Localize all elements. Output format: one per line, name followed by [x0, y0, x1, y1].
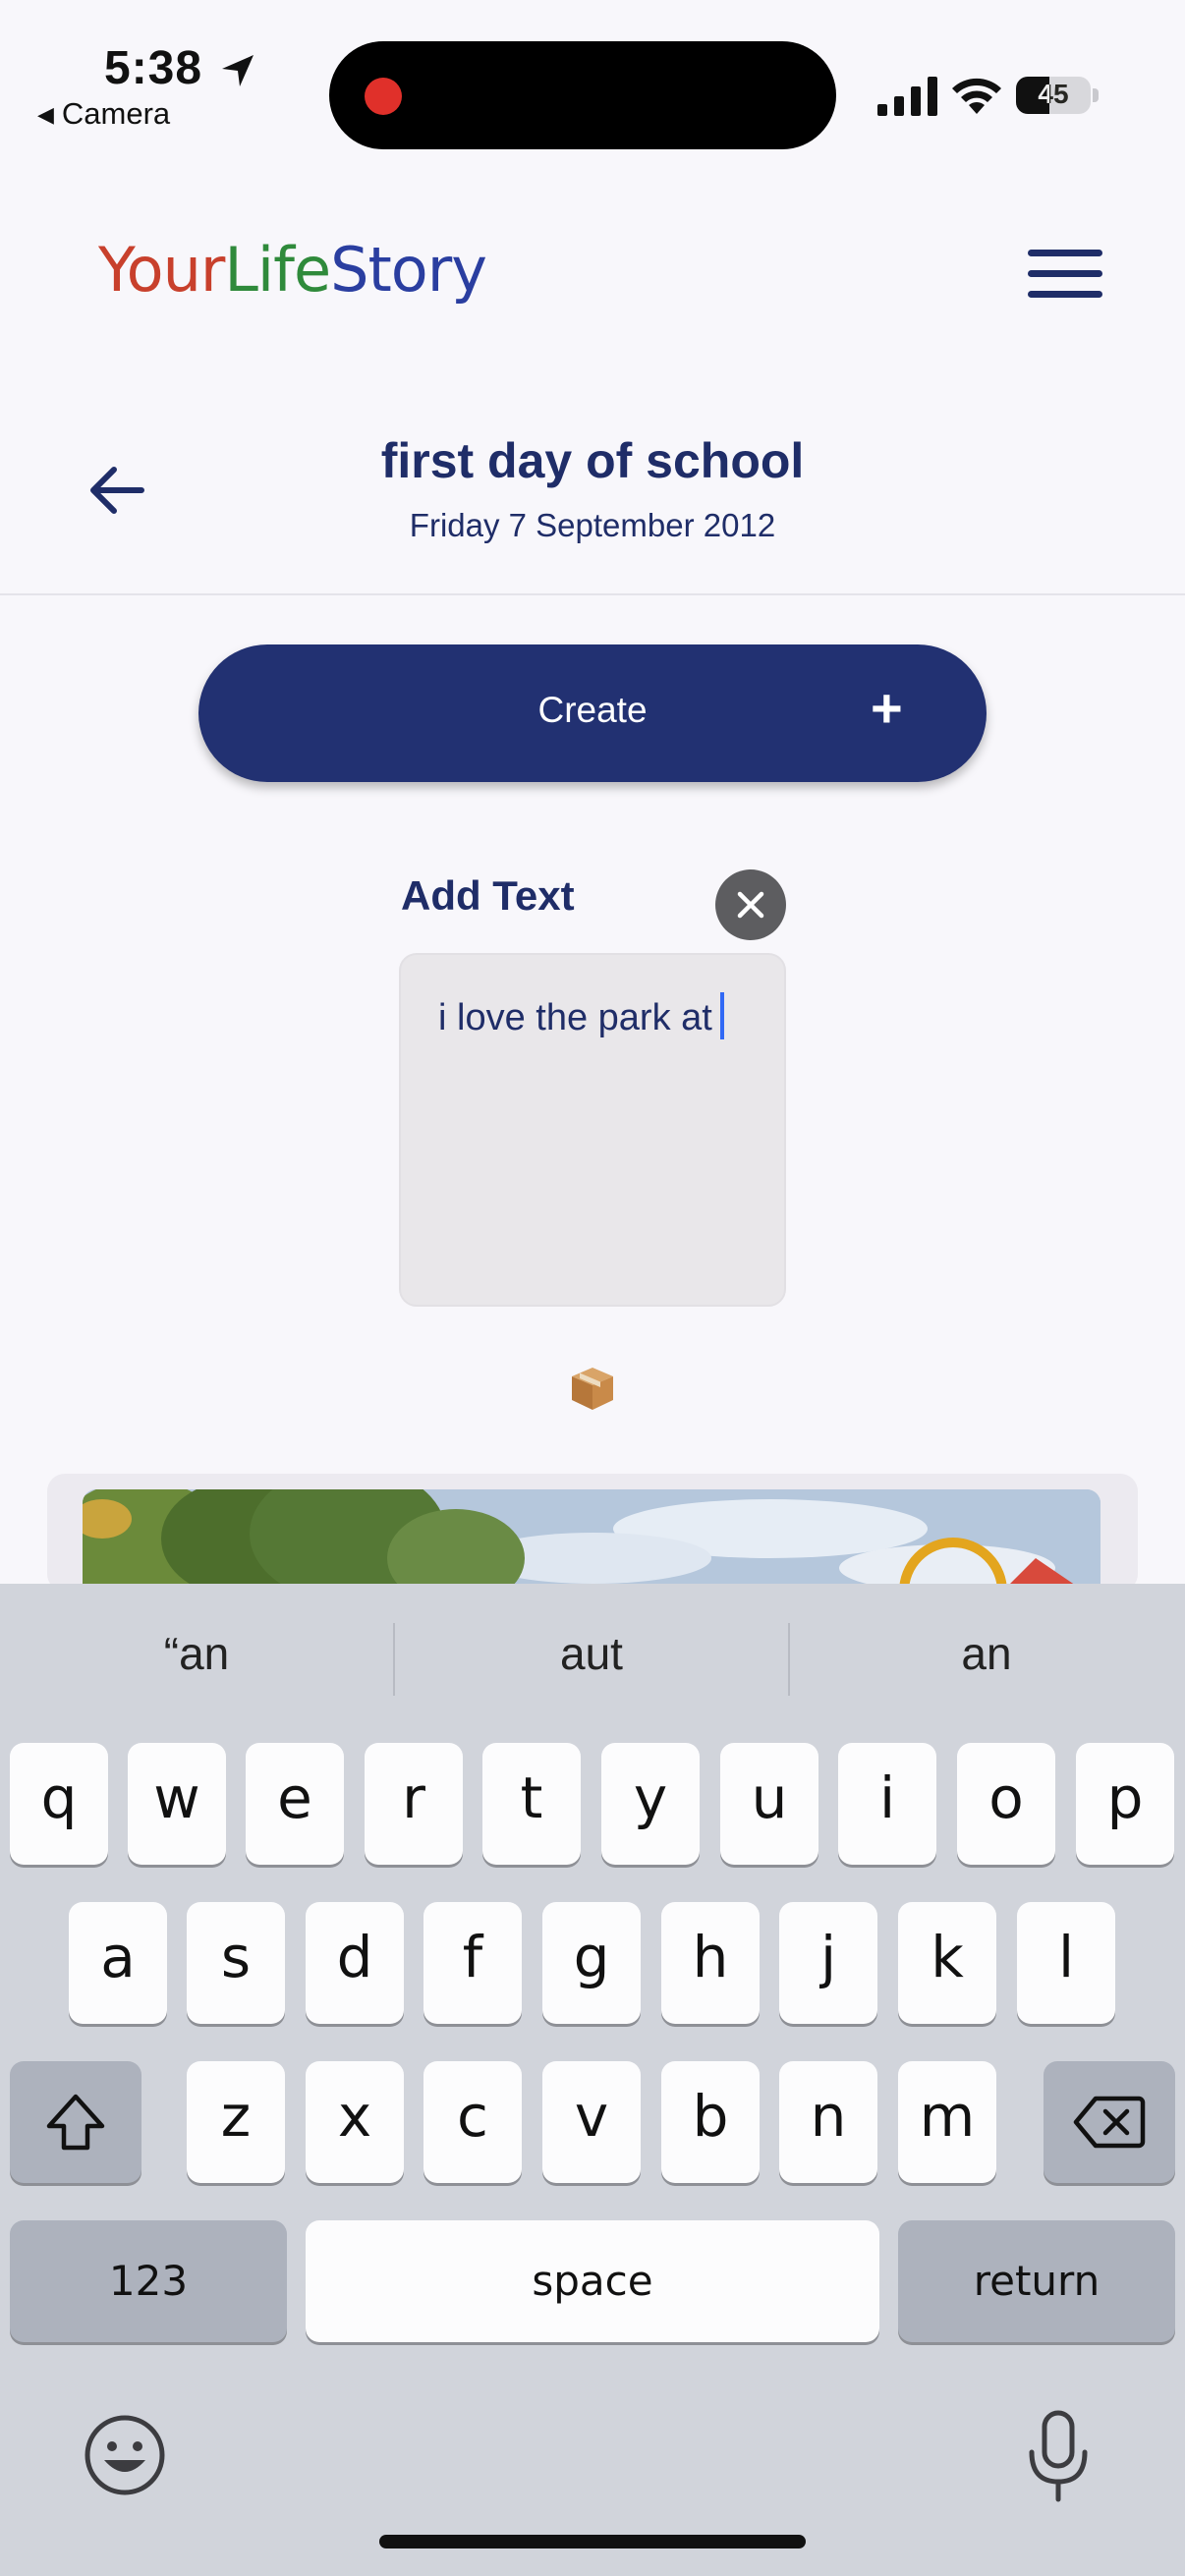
create-button[interactable]: Create + [198, 644, 987, 782]
back-to-app-link[interactable]: ◀ Camera [37, 96, 170, 132]
dynamic-island [329, 41, 836, 149]
key-p[interactable]: p [1076, 1743, 1174, 1865]
suggestion-1[interactable]: “an [0, 1627, 393, 1680]
key-k[interactable]: k [898, 1902, 996, 2024]
back-app-label: Camera [61, 96, 171, 131]
wifi-icon [952, 78, 1001, 114]
key-v[interactable]: v [542, 2061, 641, 2183]
suggestion-3[interactable]: an [790, 1627, 1183, 1680]
key-c[interactable]: c [423, 2061, 522, 2183]
header-divider [0, 593, 1185, 595]
text-caret [719, 992, 724, 1039]
page-title: first day of school [380, 433, 805, 488]
shift-icon [46, 2094, 105, 2151]
plus-icon: + [871, 677, 903, 739]
key-t[interactable]: t [482, 1743, 581, 1865]
key-m[interactable]: m [898, 2061, 996, 2183]
numbers-key[interactable]: 123 [10, 2220, 287, 2342]
key-y[interactable]: y [601, 1743, 700, 1865]
key-r[interactable]: r [365, 1743, 463, 1865]
home-indicator[interactable] [379, 2535, 806, 2548]
text-input-value: i love the park at [438, 997, 712, 1039]
space-key[interactable]: space [306, 2220, 879, 2342]
key-u[interactable]: u [720, 1743, 818, 1865]
key-b[interactable]: b [661, 2061, 760, 2183]
photo-thumbnail [83, 1489, 1100, 1592]
key-o[interactable]: o [957, 1743, 1055, 1865]
create-button-label: Create [537, 690, 648, 730]
back-triangle-icon: ◀ [37, 102, 54, 127]
add-text-label: Add Text [401, 872, 575, 919]
key-i[interactable]: i [838, 1743, 936, 1865]
key-z[interactable]: z [187, 2061, 285, 2183]
location-arrow-icon [222, 55, 254, 86]
key-d[interactable]: d [306, 1902, 404, 2024]
key-j[interactable]: j [779, 1902, 877, 2024]
battery-cap [1093, 88, 1099, 102]
close-icon[interactable] [715, 869, 786, 940]
key-s[interactable]: s [187, 1902, 285, 2024]
keyboard: “an aut an q w e r t y u i o p a s d f g… [0, 1584, 1185, 2576]
key-h[interactable]: h [661, 1902, 760, 2024]
page-date: Friday 7 September 2012 [409, 507, 776, 543]
photo-card[interactable] [47, 1474, 1138, 1592]
key-q[interactable]: q [10, 1743, 108, 1865]
key-f[interactable]: f [423, 1902, 522, 2024]
logo-part-story: Story [330, 234, 487, 306]
status-bar: 5:38 ◀ Camera 45 [0, 0, 1185, 157]
key-a[interactable]: a [69, 1902, 167, 2024]
text-input[interactable]: i love the park at [399, 953, 786, 1307]
hamburger-menu-icon[interactable] [1028, 250, 1102, 305]
return-key[interactable]: return [898, 2220, 1175, 2342]
backspace-icon [1073, 2096, 1146, 2149]
key-e[interactable]: e [246, 1743, 344, 1865]
key-n[interactable]: n [779, 2061, 877, 2183]
key-g[interactable]: g [542, 1902, 641, 2024]
app-logo[interactable]: YourLifeStory [98, 234, 487, 306]
delete-key[interactable] [1044, 2061, 1175, 2183]
cellular-signal-icon [877, 77, 937, 116]
microphone-icon[interactable] [1024, 2409, 1093, 2503]
keyboard-suggestions: “an aut an [0, 1584, 1185, 1741]
recording-indicator-icon [365, 78, 402, 115]
suggestion-2[interactable]: aut [395, 1627, 788, 1680]
status-time: 5:38 [104, 42, 203, 94]
package-icon[interactable] [568, 1364, 617, 1413]
key-l[interactable]: l [1017, 1902, 1115, 2024]
key-w[interactable]: w [128, 1743, 226, 1865]
battery-level: 45 [1038, 79, 1069, 109]
emoji-icon[interactable] [83, 2413, 167, 2497]
logo-part-your: Your [98, 234, 225, 306]
logo-part-life: Life [224, 234, 331, 306]
shift-key[interactable] [10, 2061, 141, 2183]
battery-indicator: 45 [1016, 77, 1091, 114]
key-x[interactable]: x [306, 2061, 404, 2183]
